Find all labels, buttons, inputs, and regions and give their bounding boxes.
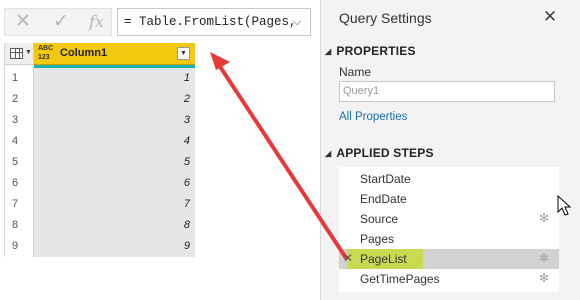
column-title: Column1 xyxy=(60,47,108,59)
cell-value[interactable]: 5 xyxy=(34,152,195,173)
row-number[interactable]: 1 xyxy=(5,68,34,89)
gear-icon[interactable]: ✻ xyxy=(539,271,549,285)
row-number[interactable]: 6 xyxy=(5,173,34,194)
row-number[interactable]: 5 xyxy=(5,152,34,173)
applied-step-startdate[interactable]: StartDate xyxy=(339,169,559,189)
row-number[interactable]: 4 xyxy=(5,131,34,152)
applied-step-source[interactable]: Source ✻ xyxy=(339,209,559,229)
filter-dropdown-icon[interactable]: ▼ xyxy=(177,47,190,60)
row-number[interactable]: 8 xyxy=(5,215,34,236)
table-row[interactable]: 11 xyxy=(5,68,195,89)
data-preview-pane: ✕ ✓ fx = Table.FromList(Pages, ⌵ ▼ ABC 1… xyxy=(0,0,320,300)
table-row[interactable]: 22 xyxy=(5,89,195,110)
close-icon[interactable]: ✕ xyxy=(15,11,31,33)
close-icon[interactable]: ✕ xyxy=(539,6,561,28)
type-badge-top: ABC xyxy=(38,45,54,52)
applied-step-enddate[interactable]: EndDate xyxy=(339,189,559,209)
table-icon xyxy=(10,48,23,59)
applied-step-pagelist[interactable]: ✕ PageList ✻ xyxy=(339,249,559,269)
delete-step-icon[interactable]: ✕ xyxy=(343,251,353,265)
mouse-cursor-icon xyxy=(557,195,572,216)
table-row[interactable]: 66 xyxy=(5,173,195,194)
collapse-triangle-icon: ◢ xyxy=(325,149,332,158)
step-label: GetTimePages xyxy=(360,272,440,286)
formula-input[interactable]: = Table.FromList(Pages, xyxy=(117,8,311,36)
applied-steps-list: StartDate EndDate Source ✻ Pages ✕ PageList ✻ Ge… xyxy=(339,167,559,292)
applied-steps-label: APPLIED STEPS xyxy=(336,146,434,160)
grid-rows: 112233445566778899 xyxy=(5,68,195,257)
query-settings-pane: Query Settings ✕ ◢ PROPERTIES Name Query1… xyxy=(320,0,580,300)
type-badge-bottom: 123 xyxy=(38,54,50,61)
name-label: Name xyxy=(339,65,372,79)
step-label: Pages xyxy=(360,232,395,246)
row-number[interactable]: 7 xyxy=(5,194,34,215)
power-query-editor: ✕ ✓ fx = Table.FromList(Pages, ⌵ ▼ ABC 1… xyxy=(0,0,580,300)
cell-value[interactable]: 4 xyxy=(34,131,195,152)
cell-value[interactable]: 6 xyxy=(34,173,195,194)
table-menu-button[interactable]: ▼ xyxy=(5,43,34,65)
applied-steps-section-title[interactable]: ◢ APPLIED STEPS xyxy=(325,146,434,160)
check-icon[interactable]: ✓ xyxy=(53,11,69,33)
row-number[interactable]: 3 xyxy=(5,110,34,131)
chevron-down-icon[interactable]: ⌵ xyxy=(288,13,306,31)
cell-value[interactable]: 3 xyxy=(34,110,195,131)
properties-label: PROPERTIES xyxy=(336,44,416,58)
table-row[interactable]: 88 xyxy=(5,215,195,236)
row-number[interactable]: 9 xyxy=(5,236,34,257)
gear-icon[interactable]: ✻ xyxy=(539,211,549,225)
step-label: Source xyxy=(360,212,399,226)
applied-step-pages[interactable]: Pages xyxy=(339,229,559,249)
gear-icon[interactable]: ✻ xyxy=(539,251,549,265)
cell-value[interactable]: 9 xyxy=(34,236,195,257)
properties-section-title[interactable]: ◢ PROPERTIES xyxy=(325,44,416,58)
table-row[interactable]: 44 xyxy=(5,131,195,152)
all-properties-link[interactable]: All Properties xyxy=(339,111,407,123)
collapse-triangle-icon: ◢ xyxy=(325,47,332,56)
step-label: PageList xyxy=(360,252,407,266)
formula-bar: ✕ ✓ fx = Table.FromList(Pages, ⌵ xyxy=(0,0,320,42)
table-row[interactable]: 33 xyxy=(5,110,195,131)
query-name-input[interactable]: Query1 xyxy=(339,81,555,102)
step-label: StartDate xyxy=(360,172,411,186)
applied-step-gettimepages[interactable]: GetTimePages ✻ xyxy=(339,269,559,289)
query-settings-title: Query Settings xyxy=(339,10,432,26)
cell-value[interactable]: 2 xyxy=(34,89,195,110)
formula-controls: ✕ ✓ fx xyxy=(4,8,112,36)
table-row[interactable]: 77 xyxy=(5,194,195,215)
table-row[interactable]: 99 xyxy=(5,236,195,257)
grid-header: ▼ ABC 123 Column1 ▼ xyxy=(5,43,195,68)
caret-down-icon: ▼ xyxy=(25,49,32,56)
cell-value[interactable]: 1 xyxy=(34,68,195,89)
row-number[interactable]: 2 xyxy=(5,89,34,110)
column-header[interactable]: ABC 123 Column1 ▼ xyxy=(34,43,195,65)
type-any-icon[interactable]: ABC 123 xyxy=(38,44,56,62)
cell-value[interactable]: 7 xyxy=(34,194,195,215)
fx-icon[interactable]: fx xyxy=(89,11,104,33)
data-grid: ▼ ABC 123 Column1 ▼ 112233445566778899 xyxy=(4,43,195,257)
table-row[interactable]: 55 xyxy=(5,152,195,173)
step-label: EndDate xyxy=(360,192,407,206)
cell-value[interactable]: 8 xyxy=(34,215,195,236)
